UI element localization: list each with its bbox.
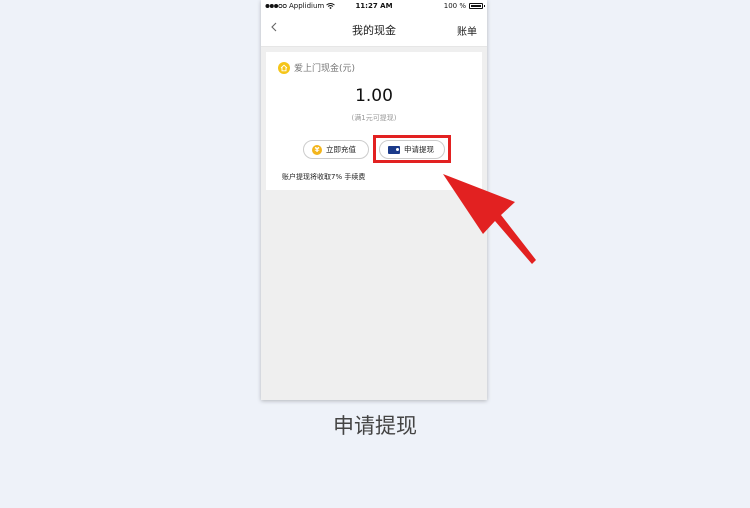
withdraw-threshold-hint: (满1元可提现) [351,114,397,122]
caption: 申请提现 [333,414,417,438]
battery-text: 100 % [443,2,466,10]
cash-amount: 1.00 [355,86,393,106]
recharge-label: 立即充值 [326,145,356,154]
cash-card-header: 爱上门现金(元) [278,61,355,74]
home-coin-icon [278,61,290,74]
withdraw-fee-note: 账户提现将收取7% 手续费 [282,173,366,181]
battery-icon [469,3,485,9]
cash-card: 爱上门现金(元) 1.00 (满1元可提现) ¥ 立即充值 申请提现 账户提现将… [266,52,482,190]
cash-label: 爱上门现金(元) [294,64,356,74]
yen-icon: ¥ [312,144,322,155]
status-bar: Applidium 11:27 AM 100 % [261,0,487,12]
page-title: 我的现金 [352,24,396,37]
pointer-arrow-icon [443,174,536,264]
highlight-box [373,135,451,163]
bill-link[interactable]: 账单 [457,23,477,38]
battery-status: 100 % [443,2,485,10]
recharge-button[interactable]: ¥ 立即充值 [303,140,369,159]
battery-fill [471,5,481,7]
navigation-bar: 我的现金 账单 [261,12,487,47]
